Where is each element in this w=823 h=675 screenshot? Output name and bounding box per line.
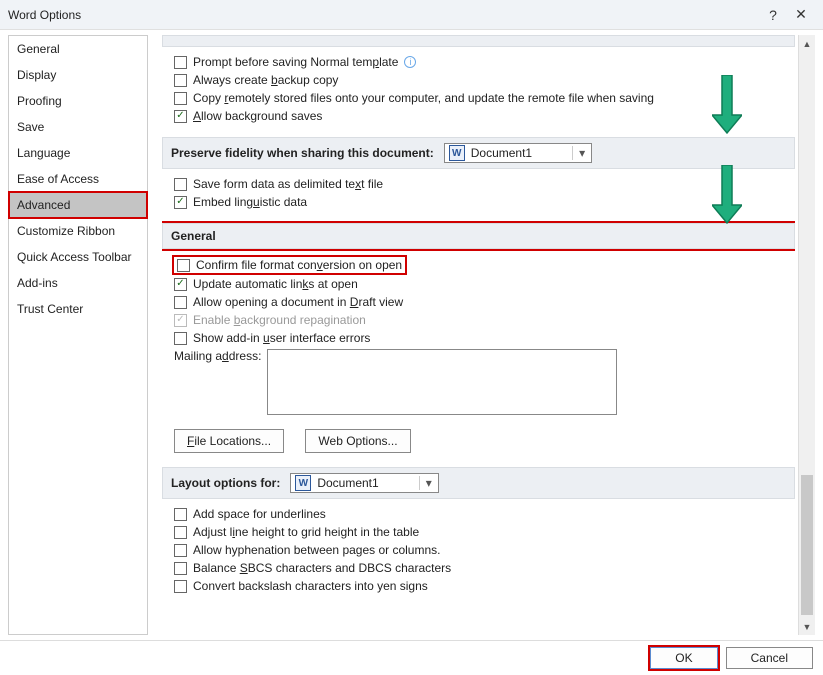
option-label: Allow hyphenation between pages or colum… [193, 543, 441, 557]
annotation-arrow-icon [712, 75, 742, 135]
checkbox[interactable] [174, 74, 187, 87]
sidebar-item-add-ins[interactable]: Add-ins [9, 270, 147, 296]
option-row: Allow background saves [174, 109, 795, 123]
dialog-body: GeneralDisplayProofingSaveLanguageEase o… [0, 30, 823, 640]
main-panel: Prompt before saving Normal template i Alw… [152, 35, 815, 635]
sidebar-item-trust-center[interactable]: Trust Center [9, 296, 147, 322]
checkbox[interactable] [174, 178, 187, 191]
option-row: Convert backslash characters into yen si… [174, 579, 795, 593]
checkbox [174, 314, 187, 327]
option-row: Copy remotely stored files onto your com… [174, 91, 795, 105]
checkbox[interactable] [174, 110, 187, 123]
layout-doc-value: Document1 [315, 476, 418, 490]
option-label: Balance SBCS characters and DBCS charact… [193, 561, 451, 575]
checkbox[interactable] [174, 92, 187, 105]
preserve-doc-select[interactable]: W Document1 ▾ [444, 143, 592, 163]
checkbox[interactable] [174, 580, 187, 593]
option-row: Show add-in user interface errors [174, 331, 795, 345]
option-label: Embed linguistic data [193, 195, 307, 209]
sidebar-item-language[interactable]: Language [9, 140, 147, 166]
annotation-arrow-icon [712, 165, 742, 225]
titlebar: Word Options ? ✕ [0, 0, 823, 30]
option-label: Add space for underlines [193, 507, 326, 521]
option-label: Always create backup copy [193, 73, 338, 87]
layout-options-label: Layout options for: [171, 476, 280, 490]
mailing-address-label: Mailing address: [174, 349, 261, 363]
option-row: Allow opening a document in Draft view [174, 295, 795, 309]
option-row: Always create backup copy [174, 73, 795, 87]
sidebar-item-general[interactable]: General [9, 36, 147, 62]
chevron-down-icon: ▾ [572, 146, 591, 160]
scroll-up-button[interactable]: ▲ [799, 35, 815, 52]
cancel-button[interactable]: Cancel [726, 647, 813, 669]
option-label: Adjust line height to grid height in the… [193, 525, 419, 539]
preserve-fidelity-label: Preserve fidelity when sharing this docu… [171, 146, 434, 160]
layout-doc-select[interactable]: W Document1 ▾ [290, 473, 438, 493]
sidebar-item-customize-ribbon[interactable]: Customize Ribbon [9, 218, 147, 244]
mailing-address-row: Mailing address: [174, 349, 795, 415]
ok-button[interactable]: OK [650, 647, 717, 669]
web-options-button[interactable]: Web Options... [305, 429, 410, 453]
option-label: Allow background saves [193, 109, 322, 123]
option-label: Copy remotely stored files onto your com… [193, 91, 654, 105]
option-label: Convert backslash characters into yen si… [193, 579, 428, 593]
scroll-down-button[interactable]: ▼ [799, 618, 815, 635]
sidebar-item-advanced[interactable]: Advanced [9, 192, 147, 218]
word-doc-icon: W [295, 475, 311, 491]
option-row: Allow hyphenation between pages or colum… [174, 543, 795, 557]
checkbox[interactable] [174, 278, 187, 291]
checkbox[interactable] [174, 332, 187, 345]
section-strip [162, 35, 795, 47]
file-locations-button[interactable]: File Locations... [174, 429, 284, 453]
option-row: Embed linguistic data [174, 195, 795, 209]
window-title: Word Options [8, 8, 759, 22]
option-row: Save form data as delimited text file [174, 177, 795, 191]
vertical-scrollbar[interactable]: ▲ ▼ [798, 35, 815, 635]
general-header-label: General [171, 229, 216, 243]
chevron-down-icon: ▾ [419, 476, 438, 490]
sidebar-nav: GeneralDisplayProofingSaveLanguageEase o… [8, 35, 148, 635]
option-row: Add space for underlines [174, 507, 795, 521]
checkbox[interactable] [174, 196, 187, 209]
sidebar-item-save[interactable]: Save [9, 114, 147, 140]
option-label: Allow opening a document in Draft view [193, 295, 403, 309]
checkbox[interactable] [174, 544, 187, 557]
option-row: Enable background repagination [174, 313, 795, 327]
option-label: Enable background repagination [193, 313, 366, 327]
checkbox[interactable] [174, 296, 187, 309]
checkbox[interactable] [174, 508, 187, 521]
preserve-doc-value: Document1 [469, 146, 572, 160]
sidebar-item-display[interactable]: Display [9, 62, 147, 88]
checkbox[interactable] [177, 259, 190, 272]
dialog-footer: OK Cancel [0, 640, 823, 674]
scroll-area: Prompt before saving Normal template i Alw… [162, 35, 795, 635]
checkbox[interactable] [174, 562, 187, 575]
sidebar-item-quick-access-toolbar[interactable]: Quick Access Toolbar [9, 244, 147, 270]
option-label: Prompt before saving Normal template [193, 55, 398, 69]
word-doc-icon: W [449, 145, 465, 161]
sidebar-item-proofing[interactable]: Proofing [9, 88, 147, 114]
layout-options-header: Layout options for: W Document1 ▾ [162, 467, 795, 499]
close-icon[interactable]: ✕ [787, 6, 815, 23]
option-label: Show add-in user interface errors [193, 331, 370, 345]
mailing-address-textarea[interactable] [267, 349, 617, 415]
info-icon[interactable]: i [404, 56, 416, 68]
preserve-fidelity-header: Preserve fidelity when sharing this docu… [162, 137, 795, 169]
option-label: Save form data as delimited text file [193, 177, 383, 191]
option-row: Confirm file format conversion on open [174, 257, 795, 273]
option-row: Prompt before saving Normal template i [174, 55, 795, 69]
general-section-header: General [162, 223, 795, 249]
option-row: Balance SBCS characters and DBCS charact… [174, 561, 795, 575]
option-label: Confirm file format conversion on open [196, 258, 402, 272]
option-label: Update automatic links at open [193, 277, 358, 291]
option-row: Update automatic links at open [174, 277, 795, 291]
scroll-thumb[interactable] [801, 475, 813, 615]
option-row: Adjust line height to grid height in the… [174, 525, 795, 539]
help-icon[interactable]: ? [759, 7, 787, 23]
sidebar-item-ease-of-access[interactable]: Ease of Access [9, 166, 147, 192]
checkbox[interactable] [174, 56, 187, 69]
checkbox[interactable] [174, 526, 187, 539]
